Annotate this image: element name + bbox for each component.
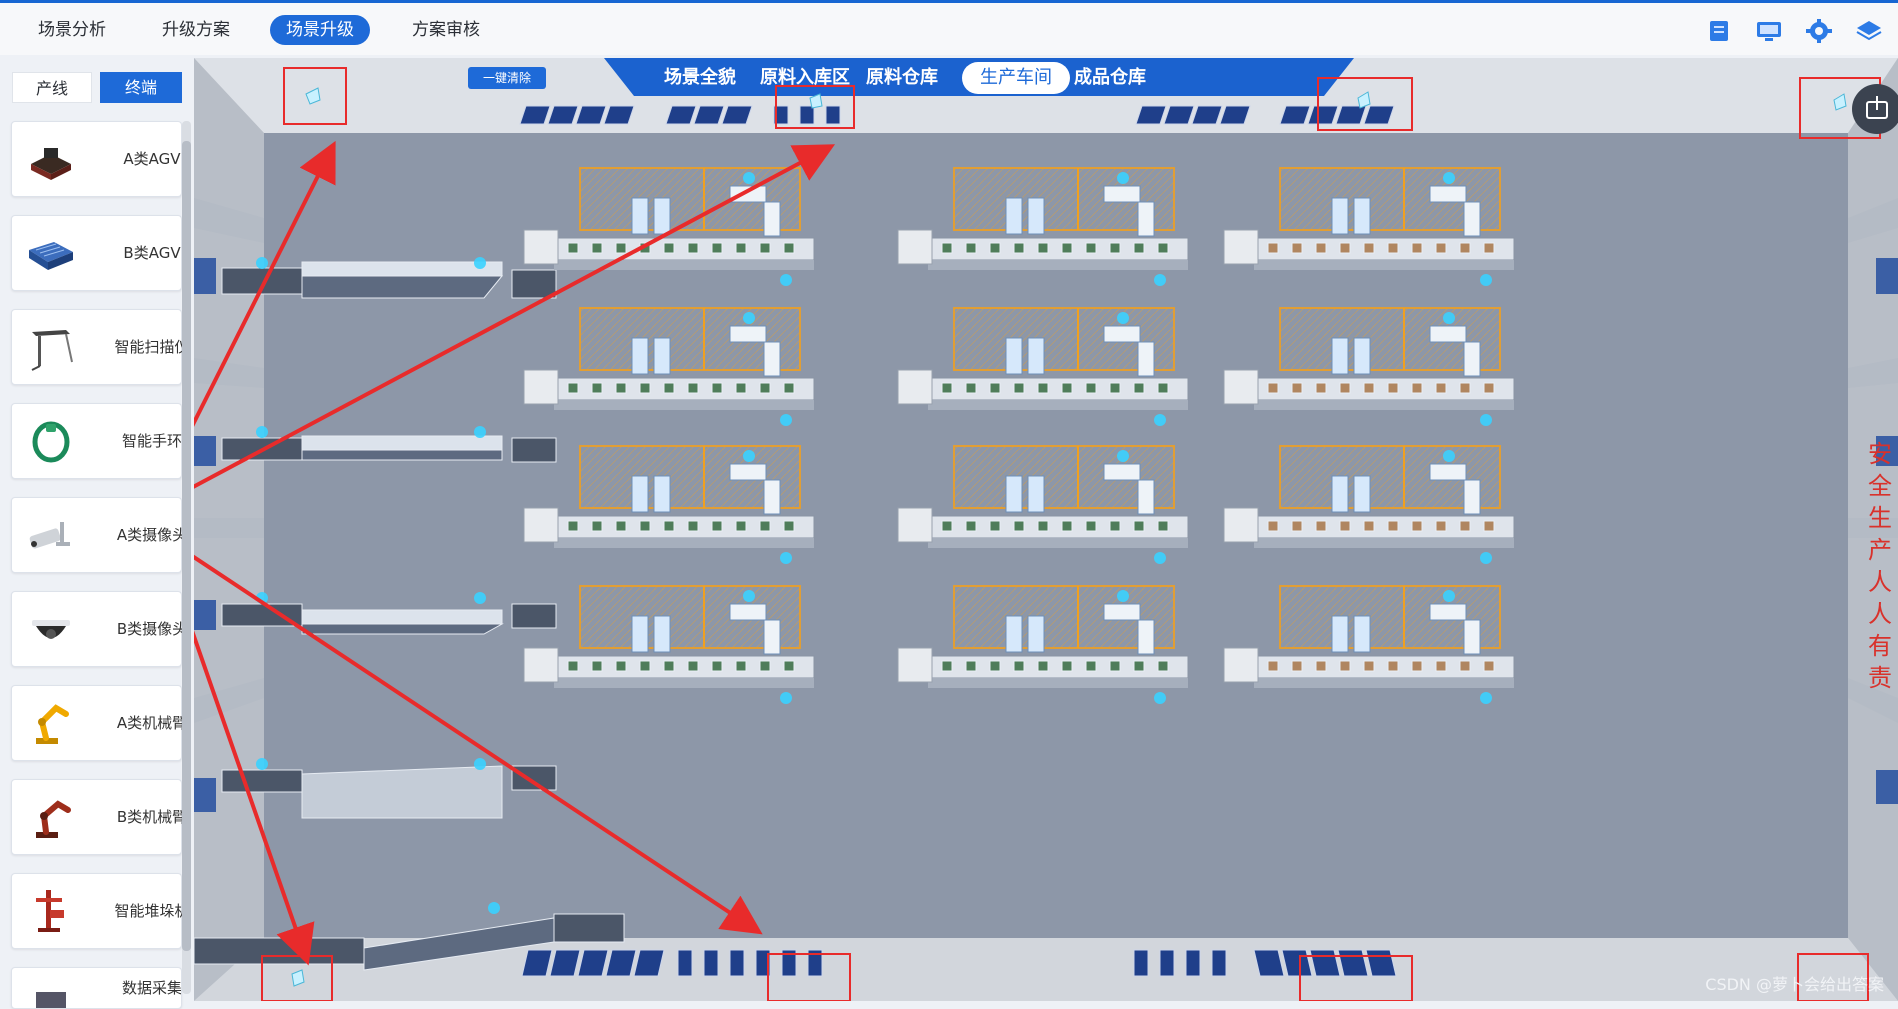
robot-device-marker[interactable] <box>743 450 755 462</box>
factory-3d-scene[interactable]: 一键清除 场景全貌 原料入库区 原料仓库 生产车间 成品仓库 安全生产 人人有责… <box>194 58 1898 1001</box>
factory-floor-view[interactable] <box>194 58 1898 1001</box>
nav-tab-plan-review[interactable]: 方案审核 <box>396 15 496 45</box>
robot-device-marker[interactable] <box>1443 590 1455 602</box>
camera-a-icon <box>29 522 70 549</box>
robot-device-marker[interactable] <box>1117 312 1129 324</box>
agv-a-icon <box>31 148 71 180</box>
nav-tab-scene-analysis[interactable]: 场景分析 <box>22 15 122 45</box>
robot-device-marker[interactable] <box>488 902 500 914</box>
robot-device-marker[interactable] <box>1117 172 1129 184</box>
camera-b-icon <box>32 620 70 639</box>
robot-device-marker[interactable] <box>780 274 792 286</box>
robot-device-marker[interactable] <box>1480 692 1492 704</box>
robot-device-marker[interactable] <box>474 592 486 604</box>
robot-device-marker[interactable] <box>256 426 268 438</box>
exit-icon <box>1866 96 1888 119</box>
stacker-icon <box>36 890 64 932</box>
robot-device-marker[interactable] <box>1480 552 1492 564</box>
clear-all-button[interactable]: 一键清除 <box>468 67 546 89</box>
robot-arm-a-icon <box>36 704 69 744</box>
robot-device-marker[interactable] <box>780 414 792 426</box>
device-card-wristband[interactable]: 智能手环 <box>11 403 182 479</box>
robot-device-marker[interactable] <box>780 552 792 564</box>
nav-tab-scene-upgrade[interactable]: 场景升级 <box>270 15 370 45</box>
robot-device-marker[interactable] <box>743 590 755 602</box>
layers-icon[interactable] <box>1856 19 1882 43</box>
scene-tab-raw-warehouse[interactable]: 原料仓库 <box>848 62 956 94</box>
safety-slogan: 安全生产 人人有责 <box>1868 440 1894 692</box>
device-list-scrollbar[interactable] <box>182 121 191 994</box>
monitor-icon[interactable] <box>1756 19 1782 43</box>
scene-tab-finished-warehouse[interactable]: 成品仓库 <box>1056 62 1164 94</box>
data-collector-icon <box>36 992 66 1008</box>
robot-device-marker[interactable] <box>1117 590 1129 602</box>
robot-device-marker[interactable] <box>1154 552 1166 564</box>
robot-device-marker[interactable] <box>474 758 486 770</box>
robot-device-marker[interactable] <box>1480 414 1492 426</box>
device-label: 数据采集 <box>121 978 182 997</box>
wristband-icon <box>32 421 70 463</box>
scrollbar-thumb[interactable] <box>182 141 191 951</box>
robot-device-marker[interactable] <box>256 257 268 269</box>
robot-device-marker[interactable] <box>780 692 792 704</box>
nav-tab-upgrade-plan[interactable]: 升级方案 <box>146 15 246 45</box>
device-card-agv-b[interactable]: B类AGV <box>11 215 182 291</box>
robot-device-marker[interactable] <box>743 312 755 324</box>
robot-arm-b-icon <box>36 800 71 838</box>
robot-device-marker[interactable] <box>1443 312 1455 324</box>
robot-device-marker[interactable] <box>1443 450 1455 462</box>
robot-device-marker[interactable] <box>256 758 268 770</box>
robot-device-marker[interactable] <box>1443 172 1455 184</box>
device-card-agv-a[interactable]: A类AGV <box>11 121 182 197</box>
robot-device-marker[interactable] <box>474 257 486 269</box>
mode-tab-production-line[interactable]: 产线 <box>12 72 92 103</box>
device-card-camera-a[interactable]: A类摄像头 <box>11 497 187 573</box>
device-card-data-collector[interactable]: 数据采集 <box>11 967 182 1009</box>
device-card-robot-arm-b[interactable]: B类机械臂 <box>11 779 187 855</box>
scanner-icon <box>31 330 73 371</box>
document-icon[interactable] <box>1706 19 1732 43</box>
robot-device-marker[interactable] <box>1480 274 1492 286</box>
device-library-panel: 产线 终端 A类AGV B类AGV 智能扫描仪 智能手环 A类摄像头 B类摄像头… <box>0 58 194 1009</box>
robot-device-marker[interactable] <box>1154 414 1166 426</box>
scene-tab-production-workshop[interactable]: 生产车间 <box>962 62 1070 94</box>
robot-device-marker[interactable] <box>1117 450 1129 462</box>
watermark: CSDN @萝卜会给出答案 <box>1705 975 1884 994</box>
robot-device-marker[interactable] <box>474 426 486 438</box>
top-navigation-bar: 场景分析 升级方案 场景升级 方案审核 <box>0 0 1898 55</box>
exit-view-button[interactable] <box>1852 84 1898 134</box>
device-card-camera-b[interactable]: B类摄像头 <box>11 591 187 667</box>
robot-device-marker[interactable] <box>743 172 755 184</box>
scene-tab-overview[interactable]: 场景全貌 <box>646 62 754 94</box>
gear-icon[interactable] <box>1806 19 1832 43</box>
agv-b-icon <box>29 242 73 270</box>
device-card-stacker[interactable]: 智能堆垛机 <box>11 873 190 949</box>
mode-tab-terminal[interactable]: 终端 <box>100 72 182 103</box>
device-card-scanner[interactable]: 智能扫描仪 <box>11 309 190 385</box>
robot-device-marker[interactable] <box>1154 692 1166 704</box>
robot-device-marker[interactable] <box>1154 274 1166 286</box>
device-card-robot-arm-a[interactable]: A类机械臂 <box>11 685 187 761</box>
